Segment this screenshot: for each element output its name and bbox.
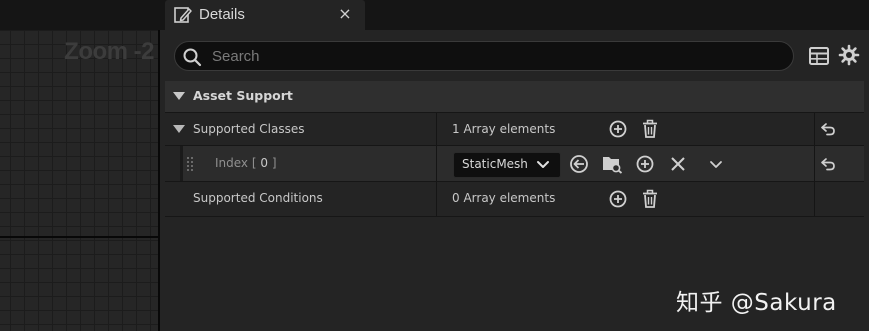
collapse-arrow-icon[interactable] bbox=[173, 92, 185, 100]
property-row-supported-conditions: Supported Conditions 0 Array elements bbox=[165, 182, 864, 217]
clear-icon[interactable] bbox=[667, 153, 689, 175]
index-suffix: ] bbox=[268, 156, 277, 170]
browse-asset-icon[interactable] bbox=[601, 152, 623, 174]
add-element-icon[interactable] bbox=[607, 188, 629, 210]
array-element-row-index-0: Index [ 0 ] StaticMesh bbox=[165, 146, 864, 182]
viewport-divider-horizontal bbox=[0, 236, 160, 238]
reset-to-default-icon[interactable] bbox=[817, 153, 839, 175]
search-icon bbox=[183, 48, 202, 67]
class-picker-value: StaticMesh bbox=[462, 157, 528, 171]
search-box bbox=[174, 41, 794, 71]
category-header-asset-support[interactable]: Asset Support bbox=[165, 81, 864, 113]
add-element-icon[interactable] bbox=[607, 118, 629, 140]
indent-gutter-line bbox=[180, 146, 183, 181]
category-label: Asset Support bbox=[193, 88, 293, 103]
column-separator bbox=[814, 113, 815, 145]
zoom-label: Zoom -2 bbox=[64, 38, 154, 65]
drag-handle-icon[interactable] bbox=[187, 156, 195, 172]
gear-icon[interactable] bbox=[838, 44, 860, 66]
viewport-grid[interactable]: Zoom -2 bbox=[0, 0, 160, 331]
chevron-down-icon bbox=[537, 161, 549, 168]
reset-to-default-icon[interactable] bbox=[817, 118, 839, 140]
array-count-label: 1 Array elements bbox=[452, 122, 556, 136]
class-picker-combo[interactable]: StaticMesh bbox=[453, 152, 561, 178]
indent-gutter bbox=[165, 146, 180, 181]
table-icon[interactable] bbox=[808, 45, 830, 67]
more-options-chevron-icon[interactable] bbox=[705, 153, 727, 175]
pencil-icon bbox=[174, 7, 192, 23]
column-separator bbox=[436, 182, 437, 216]
property-row-supported-classes: Supported Classes 1 Array elements bbox=[165, 113, 864, 146]
use-selected-asset-icon[interactable] bbox=[568, 153, 590, 175]
index-prefix: Index [ bbox=[215, 156, 261, 170]
details-panel: Details × Asset Support Supported bbox=[160, 0, 869, 331]
column-separator bbox=[814, 182, 815, 216]
tab-title: Details bbox=[199, 6, 245, 23]
property-label: Supported Conditions bbox=[193, 191, 323, 205]
search-input[interactable] bbox=[210, 44, 774, 68]
column-separator bbox=[814, 146, 815, 181]
details-tab[interactable]: Details × bbox=[165, 0, 365, 30]
watermark-text: 知乎 @Sakura bbox=[676, 290, 837, 316]
trash-icon[interactable] bbox=[639, 118, 661, 140]
viewport-top-strip bbox=[0, 0, 160, 30]
trash-icon[interactable] bbox=[639, 188, 661, 210]
column-separator bbox=[436, 146, 437, 181]
array-count-label: 0 Array elements bbox=[452, 191, 556, 205]
tab-strip: Details × bbox=[160, 0, 869, 30]
close-icon[interactable]: × bbox=[335, 4, 355, 24]
column-separator bbox=[436, 113, 437, 145]
expand-arrow-icon[interactable] bbox=[173, 125, 185, 133]
property-label: Supported Classes bbox=[193, 122, 305, 136]
index-number: 0 bbox=[260, 156, 268, 170]
insert-element-icon[interactable] bbox=[634, 153, 656, 175]
index-label: Index [ 0 ] bbox=[215, 156, 277, 170]
